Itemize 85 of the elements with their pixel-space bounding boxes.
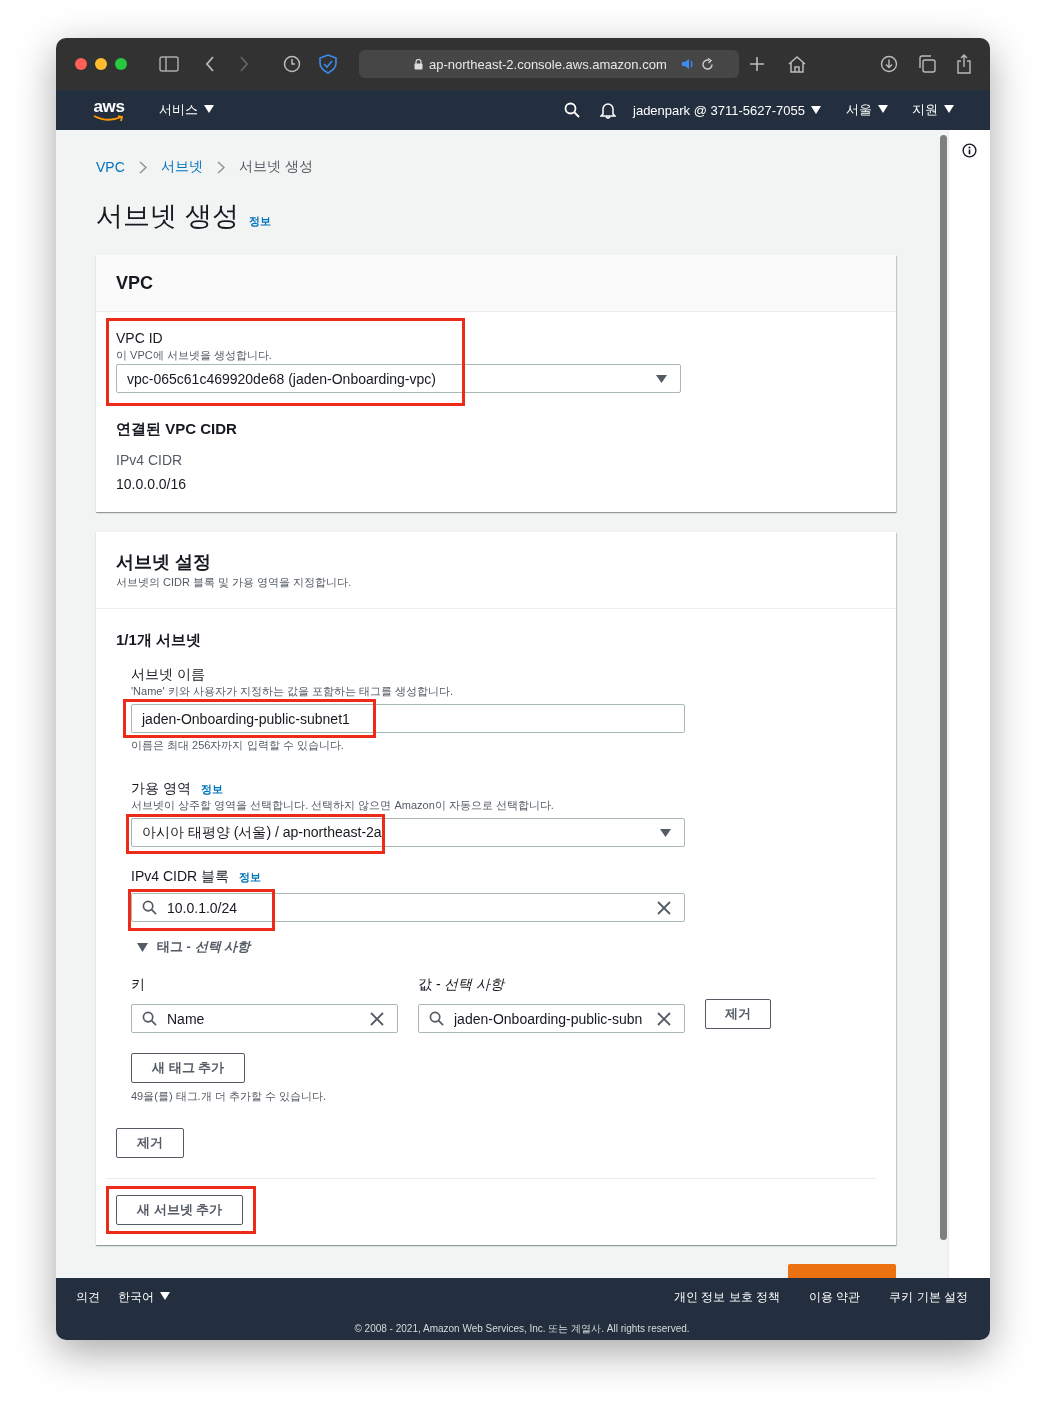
caret-icon	[944, 105, 954, 113]
page-title: 서브넷 생성	[96, 200, 239, 233]
breadcrumb-link[interactable]: 서브넷	[160, 158, 203, 176]
section-heading: 연결된 VPC CIDR	[116, 420, 238, 439]
caret-icon	[811, 105, 821, 114]
card-title: VPC	[116, 273, 154, 294]
close-button[interactable]	[75, 58, 87, 70]
field-description: 'Name' 키와 사용자가 지정하는 값을 포함하는 태그를 생성합니다.	[131, 684, 454, 699]
footer-link[interactable]: 이용 약관	[809, 1288, 861, 1306]
field-value: 10.0.0.0/16	[116, 476, 188, 492]
tag-key-field[interactable]: Name	[131, 1004, 398, 1033]
shield-icon[interactable]	[319, 54, 337, 74]
feedback-link[interactable]: 의견	[76, 1288, 100, 1306]
home-icon[interactable]	[787, 55, 807, 73]
field-label: IPv4 CIDR 블록	[131, 867, 229, 885]
language-menu[interactable]: 한국어	[118, 1288, 170, 1306]
search-icon	[142, 1011, 157, 1026]
footer-link[interactable]: 쿠키 기본 설정	[889, 1288, 968, 1306]
dropdown-icon	[656, 374, 667, 383]
scrollbar-thumb[interactable]	[940, 135, 947, 1240]
tag-value-field[interactable]: jaden-Onboarding-public-subn	[418, 1004, 685, 1033]
field-label: 가용 영역	[131, 779, 191, 797]
info-link[interactable]: 정보	[239, 870, 261, 885]
download-icon[interactable]	[880, 55, 898, 73]
availability-zone-select[interactable]: 아시아 태평양 (서울) / ap-northeast-2a	[131, 818, 685, 847]
plus-icon[interactable]	[749, 56, 765, 72]
services-menu[interactable]: 서비스	[159, 101, 214, 119]
search-icon	[142, 900, 157, 915]
smile-icon	[93, 114, 125, 123]
speaker-icon[interactable]	[680, 58, 695, 70]
column-label: 키	[131, 975, 146, 993]
sidebar-icon[interactable]	[159, 56, 179, 72]
field-description: 서브넷이 상주할 영역을 선택합니다. 선택하지 않으면 Amazon이 자동으로 선택합니다.	[131, 798, 555, 813]
lock-icon	[414, 58, 423, 70]
info-link[interactable]: 정보	[200, 782, 223, 797]
section-heading: 1/1개 서브넷	[116, 631, 203, 650]
account-menu[interactable]: jadenpark @ 3711-5627-7055	[633, 102, 821, 118]
add-tag-button[interactable]: 새 태그 추가	[131, 1053, 246, 1083]
field-hint: 이름은 최대 256자까지 입력할 수 있습니다.	[131, 738, 345, 753]
clear-icon[interactable]	[657, 1011, 671, 1026]
field-label: VPC ID	[116, 329, 164, 347]
search-icon[interactable]	[564, 102, 580, 118]
card-title: 서브넷 설정	[116, 551, 212, 574]
back-icon[interactable]	[205, 56, 215, 72]
field-description: 이 VPC에 서브넷을 생성합니다.	[116, 348, 273, 363]
reload-icon[interactable]	[700, 57, 714, 71]
address-bar[interactable]: ap-northeast-2.console.aws.amazon.com	[359, 50, 739, 78]
vpc-select[interactable]: vpc-065c61c469920de68 (jaden-Onboarding-vpc)	[116, 364, 681, 393]
support-menu[interactable]: 지원	[912, 101, 954, 119]
field-label: IPv4 CIDR	[116, 452, 184, 468]
copyright-text: © 2008 - 2021, Amazon Web Services, Inc. 또는 계열사. All rights reserved.	[353, 1322, 691, 1336]
caret-icon	[204, 105, 214, 113]
column-label: 값 - 선택 사항	[418, 975, 506, 993]
remove-subnet-button[interactable]: 제거	[116, 1128, 184, 1158]
remove-tag-button[interactable]: 제거	[705, 999, 771, 1029]
caret-icon	[160, 1291, 170, 1300]
tags-toggle[interactable]: 태그 - 선택 사항	[137, 938, 886, 956]
add-subnet-button[interactable]: 새 서브넷 추가	[116, 1195, 244, 1225]
aws-logo[interactable]: aws	[93, 97, 125, 123]
field-label: 서브넷 이름	[131, 665, 206, 683]
clock-icon[interactable]	[283, 55, 301, 73]
card-description: 서브넷의 CIDR 블록 및 가용 영역을 지정합니다.	[116, 575, 353, 590]
bell-icon[interactable]	[600, 101, 616, 119]
footer-link[interactable]: 개인 정보 보호 정책	[673, 1288, 780, 1306]
info-icon[interactable]	[962, 143, 977, 158]
caret-icon	[137, 942, 148, 952]
share-icon[interactable]	[956, 54, 972, 74]
caret-icon	[878, 105, 888, 113]
breadcrumb-current: 서브넷 생성	[238, 158, 313, 176]
region-menu[interactable]: 서울	[846, 101, 888, 119]
clear-icon[interactable]	[657, 900, 671, 915]
dropdown-icon	[660, 828, 671, 837]
minimize-button[interactable]	[95, 58, 107, 70]
chevron-icon	[216, 160, 225, 174]
tabs-icon[interactable]	[918, 55, 936, 73]
tag-limit-note: 49을(를) 태그.개 더 추가할 수 있습니다.	[131, 1089, 327, 1104]
clear-icon[interactable]	[370, 1011, 384, 1026]
breadcrumb-link[interactable]: VPC	[96, 159, 125, 175]
url-text: ap-northeast-2.console.aws.amazon.com	[429, 56, 667, 72]
chevron-icon	[138, 160, 147, 174]
search-icon	[429, 1011, 444, 1026]
cidr-field[interactable]: 10.0.1.0/24	[131, 893, 685, 922]
info-link[interactable]: 정보	[248, 214, 271, 229]
zoom-button[interactable]	[115, 58, 127, 70]
subnet-name-field[interactable]: jaden-Onboarding-public-subnet1	[131, 704, 685, 733]
